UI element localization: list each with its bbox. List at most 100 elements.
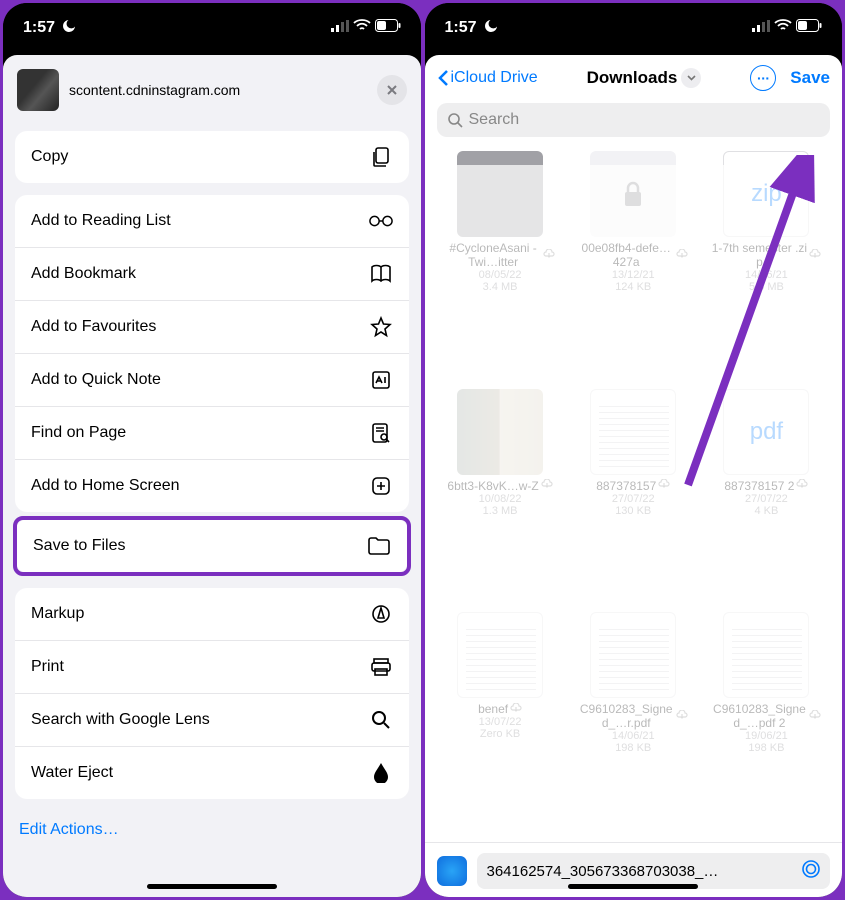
file-thumbnail: zip (723, 151, 809, 237)
file-thumbnail (590, 612, 676, 698)
star-icon (369, 315, 393, 339)
save-button[interactable]: Save (790, 68, 830, 88)
file-thumbnail (590, 389, 676, 475)
statusbar: 1:57 (3, 3, 421, 53)
file-size: 130 KB (615, 505, 651, 517)
printer-icon (369, 655, 393, 679)
print-action[interactable]: Print (15, 641, 409, 694)
save-to-files-highlight: Save to Files (13, 516, 411, 576)
file-item[interactable]: zip1-7th semester .zip14/06/215.5 MB (703, 151, 830, 375)
file-size: 5.5 MB (749, 281, 784, 293)
wifi-icon (774, 19, 792, 37)
copy-action-label: Copy (31, 148, 68, 166)
file-size: 1.3 MB (483, 505, 518, 517)
print-action-label: Print (31, 658, 64, 676)
home-indicator[interactable] (568, 884, 698, 889)
filename-text: 364162574_305673368703038_… (487, 863, 719, 880)
close-button[interactable] (377, 75, 407, 105)
glasses-icon (369, 209, 393, 233)
cloud-icon (658, 479, 670, 492)
file-name: C9610283_Signed_…r.pdf (578, 702, 688, 730)
back-label: iCloud Drive (451, 69, 538, 87)
wifi-icon (353, 19, 371, 37)
file-date: 19/06/21 (745, 730, 788, 742)
reading-list-action-label: Add to Reading List (31, 212, 171, 230)
file-item[interactable]: 00e08fb4-defe…427a13/12/21124 KB (570, 151, 697, 375)
favourites-action[interactable]: Add to Favourites (15, 301, 409, 354)
edit-actions-link[interactable]: Edit Actions… (3, 805, 421, 855)
more-button[interactable]: ··· (750, 65, 776, 91)
markup-action[interactable]: Markup (15, 588, 409, 641)
cloud-icon (510, 703, 522, 716)
water-eject-action[interactable]: Water Eject (15, 747, 409, 799)
cloud-icon (809, 710, 821, 723)
folder-title[interactable]: Downloads (546, 68, 743, 88)
file-size: 198 KB (615, 742, 651, 754)
right-phone-files: 1:57 iCloud Drive Downloads ··· (425, 3, 843, 897)
markup-action-label: Markup (31, 605, 84, 623)
google-lens-action[interactable]: Search with Google Lens (15, 694, 409, 747)
clear-icon[interactable] (802, 860, 820, 882)
file-date: 13/12/21 (612, 269, 655, 281)
drop-icon (369, 761, 393, 785)
file-thumbnail (457, 612, 543, 698)
file-size: 198 KB (748, 742, 784, 754)
status-time: 1:57 (445, 19, 477, 37)
file-name: #CycloneAsani - Twi…itter (445, 241, 555, 269)
file-date: 10/08/22 (479, 493, 522, 505)
reading-list-action[interactable]: Add to Reading List (15, 195, 409, 248)
file-item[interactable]: benef13/07/22Zero KB (437, 612, 564, 836)
file-item[interactable]: C9610283_Signed_…r.pdf14/06/21198 KB (570, 612, 697, 836)
file-size: 3.4 MB (483, 281, 518, 293)
find-on-page-action-label: Find on Page (31, 424, 126, 442)
battery-icon (375, 19, 401, 37)
files-nav: iCloud Drive Downloads ··· Save (425, 55, 843, 99)
file-item[interactable]: #CycloneAsani - Twi…itter08/05/223.4 MB (437, 151, 564, 375)
statusbar: 1:57 (425, 3, 843, 53)
left-phone-share-sheet: 1:57 scontent.cdninstagram.com Copy Add … (3, 3, 421, 897)
bookmark-action-label: Add Bookmark (31, 265, 136, 283)
file-name: 887378157 2 (724, 479, 808, 493)
file-size: Zero KB (480, 728, 520, 740)
find-on-page-action[interactable]: Find on Page (15, 407, 409, 460)
file-item[interactable]: pdf887378157 227/07/224 KB (703, 389, 830, 599)
file-size: 124 KB (615, 281, 651, 293)
file-date: 27/07/22 (745, 493, 788, 505)
file-thumbnail (723, 612, 809, 698)
share-header: scontent.cdninstagram.com (3, 55, 421, 125)
search-icon (369, 708, 393, 732)
home-screen-action[interactable]: Add to Home Screen (15, 460, 409, 512)
findpage-icon (369, 421, 393, 445)
back-button[interactable]: iCloud Drive (437, 69, 538, 87)
search-input[interactable]: Search (437, 103, 831, 137)
signal-icon (752, 19, 770, 37)
bookmark-action[interactable]: Add Bookmark (15, 248, 409, 301)
status-time: 1:57 (23, 19, 55, 37)
file-item[interactable]: C9610283_Signed_…pdf 219/06/21198 KB (703, 612, 830, 836)
save-to-files-action[interactable]: Save to Files (17, 520, 407, 572)
copy-action[interactable]: Copy (15, 131, 409, 183)
cloud-icon (796, 479, 808, 492)
cloud-icon (676, 249, 688, 262)
home-indicator[interactable] (147, 884, 277, 889)
file-name: 887378157 (596, 479, 670, 493)
chevron-down-icon (681, 68, 701, 88)
home-screen-action-label: Add to Home Screen (31, 477, 180, 495)
quick-note-action-label: Add to Quick Note (31, 371, 161, 389)
battery-icon (796, 19, 822, 37)
safari-icon (437, 856, 467, 886)
file-date: 08/05/22 (479, 269, 522, 281)
file-item[interactable]: 6btt3-K8vK…w-Z10/08/221.3 MB (437, 389, 564, 599)
quick-note-action[interactable]: Add to Quick Note (15, 354, 409, 407)
cloud-icon (809, 249, 821, 262)
cloud-icon (676, 710, 688, 723)
file-name: C9610283_Signed_…pdf 2 (711, 702, 821, 730)
file-date: 14/06/21 (612, 730, 655, 742)
file-name: 1-7th semester .zip (711, 241, 821, 269)
file-item[interactable]: 88737815727/07/22130 KB (570, 389, 697, 599)
moon-icon (61, 18, 77, 39)
file-name: benef (478, 702, 522, 716)
moon-icon (483, 18, 499, 39)
quicknote-icon (369, 368, 393, 392)
copy-icon (369, 145, 393, 169)
